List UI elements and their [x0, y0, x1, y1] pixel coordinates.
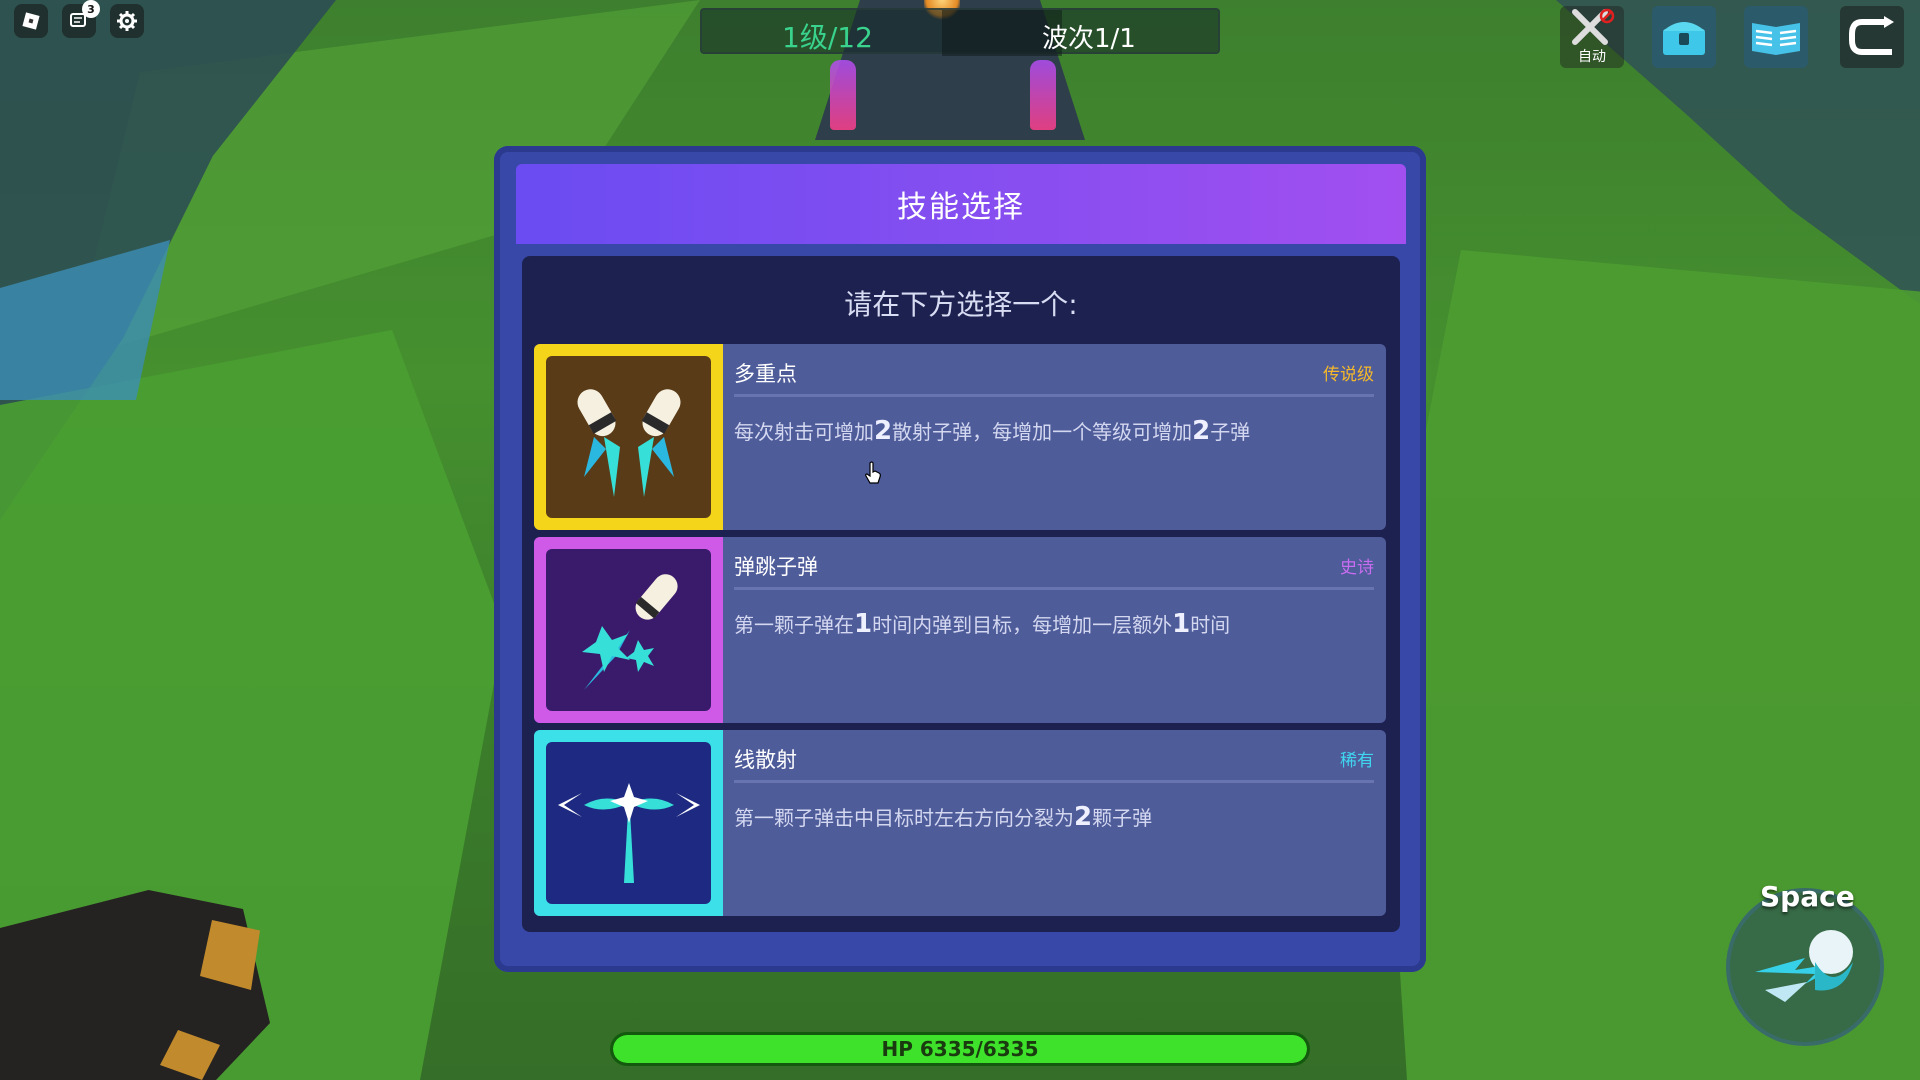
desc-text: 时间: [1190, 613, 1231, 637]
player-hp-bar: HP 6335/6335: [610, 1032, 1310, 1066]
desc-text: 时间内弹到目标，每增加一层额外: [872, 613, 1173, 637]
gear-icon: [117, 11, 137, 31]
skill-option-multishot[interactable]: 多重点 传说级 每次射击可增加2散射子弹，每增加一个等级可增加2子弹: [534, 344, 1386, 530]
hp-text: HP 6335/6335: [881, 1037, 1039, 1061]
skill-icon-bg: [546, 549, 711, 711]
skill-icon-bg: [546, 356, 711, 518]
settings-button[interactable]: [110, 4, 144, 38]
desc-number: 1: [854, 609, 873, 639]
desc-number: 2: [1192, 416, 1211, 446]
desc-text: 第一颗子弹击中目标时左右方向分裂为: [734, 806, 1074, 830]
skill-icon-bg: [546, 742, 711, 904]
dash-runner-icon: [1755, 930, 1853, 1002]
codex-button[interactable]: [1744, 6, 1808, 68]
roblox-menu-button[interactable]: [14, 4, 48, 38]
desc-text: 每次射击可增加: [734, 420, 874, 444]
treasure-chest-button[interactable]: [1652, 6, 1716, 68]
return-arrow-icon: [1849, 16, 1894, 55]
skill-rarity: 稀有: [1340, 751, 1374, 771]
boulder: [0, 890, 270, 1080]
divider: [734, 394, 1374, 397]
skill-rarity: 传说级: [1323, 365, 1374, 385]
skill-option-bounce-bullet[interactable]: 弹跳子弹 史诗 第一颗子弹在1时间内弹到目标，每增加一层额外1时间: [534, 537, 1386, 723]
dialog-header: 技能选择: [516, 164, 1406, 244]
desc-text: 颗子弹: [1092, 806, 1153, 830]
auto-attack-button[interactable]: 自动: [1560, 6, 1624, 68]
desc-text: 第一颗子弹在: [734, 613, 854, 637]
open-book-icon: [1752, 23, 1800, 55]
roblox-logo-icon: [22, 12, 40, 30]
skill-name: 弹跳子弹: [734, 555, 818, 579]
desc-text: 散射子弹，每增加一个等级可增加: [892, 420, 1193, 444]
level-counter: 1级/12: [782, 21, 873, 54]
wave-counter: 波次1/1: [1042, 24, 1136, 54]
treasure-chest-icon: [1663, 22, 1705, 55]
hand-cursor-icon: [865, 461, 881, 484]
skill-icon-frame: [534, 537, 723, 723]
split-shot-icon: [557, 783, 700, 883]
skill-rarity: 史诗: [1340, 558, 1374, 578]
skill-description: 第一颗子弹在1时间内弹到目标，每增加一层额外1时间: [734, 609, 1230, 639]
stage-hud: 1级/12 波次1/1: [700, 8, 1220, 56]
divider: [734, 780, 1374, 783]
dash-key-label: Space: [1760, 880, 1855, 913]
skill-name: 多重点: [734, 362, 797, 386]
crossed-swords-icon: [1572, 8, 1615, 45]
skill-icon-frame: [534, 344, 723, 530]
dialog-prompt: 请在下方选择一个:: [844, 288, 1078, 321]
desc-number: 1: [1172, 609, 1191, 639]
skill-option-split-shot[interactable]: 线散射 稀有 第一颗子弹击中目标时左右方向分裂为2颗子弹: [534, 730, 1386, 916]
exit-button[interactable]: [1840, 6, 1904, 68]
desc-number: 2: [874, 416, 893, 446]
desc-number: 2: [1074, 802, 1093, 832]
twin-rockets-icon: [577, 389, 680, 497]
divider: [734, 587, 1374, 590]
torch-left: [830, 60, 856, 130]
system-toolbar: 3: [14, 0, 144, 38]
bouncing-bullet-icon: [581, 574, 678, 690]
chat-button[interactable]: 3: [62, 0, 100, 38]
desc-text: 子弹: [1210, 420, 1251, 444]
skill-description: 第一颗子弹击中目标时左右方向分裂为2颗子弹: [734, 802, 1152, 832]
skill-description: 每次射击可增加2散射子弹，每增加一个等级可增加2子弹: [734, 416, 1250, 446]
auto-label: 自动: [1578, 49, 1606, 65]
skill-icon-frame: [534, 730, 723, 916]
chat-badge: 3: [82, 0, 100, 18]
torch-right: [1030, 60, 1056, 130]
skill-name: 线散射: [734, 748, 797, 772]
dialog-title: 技能选择: [897, 190, 1025, 225]
